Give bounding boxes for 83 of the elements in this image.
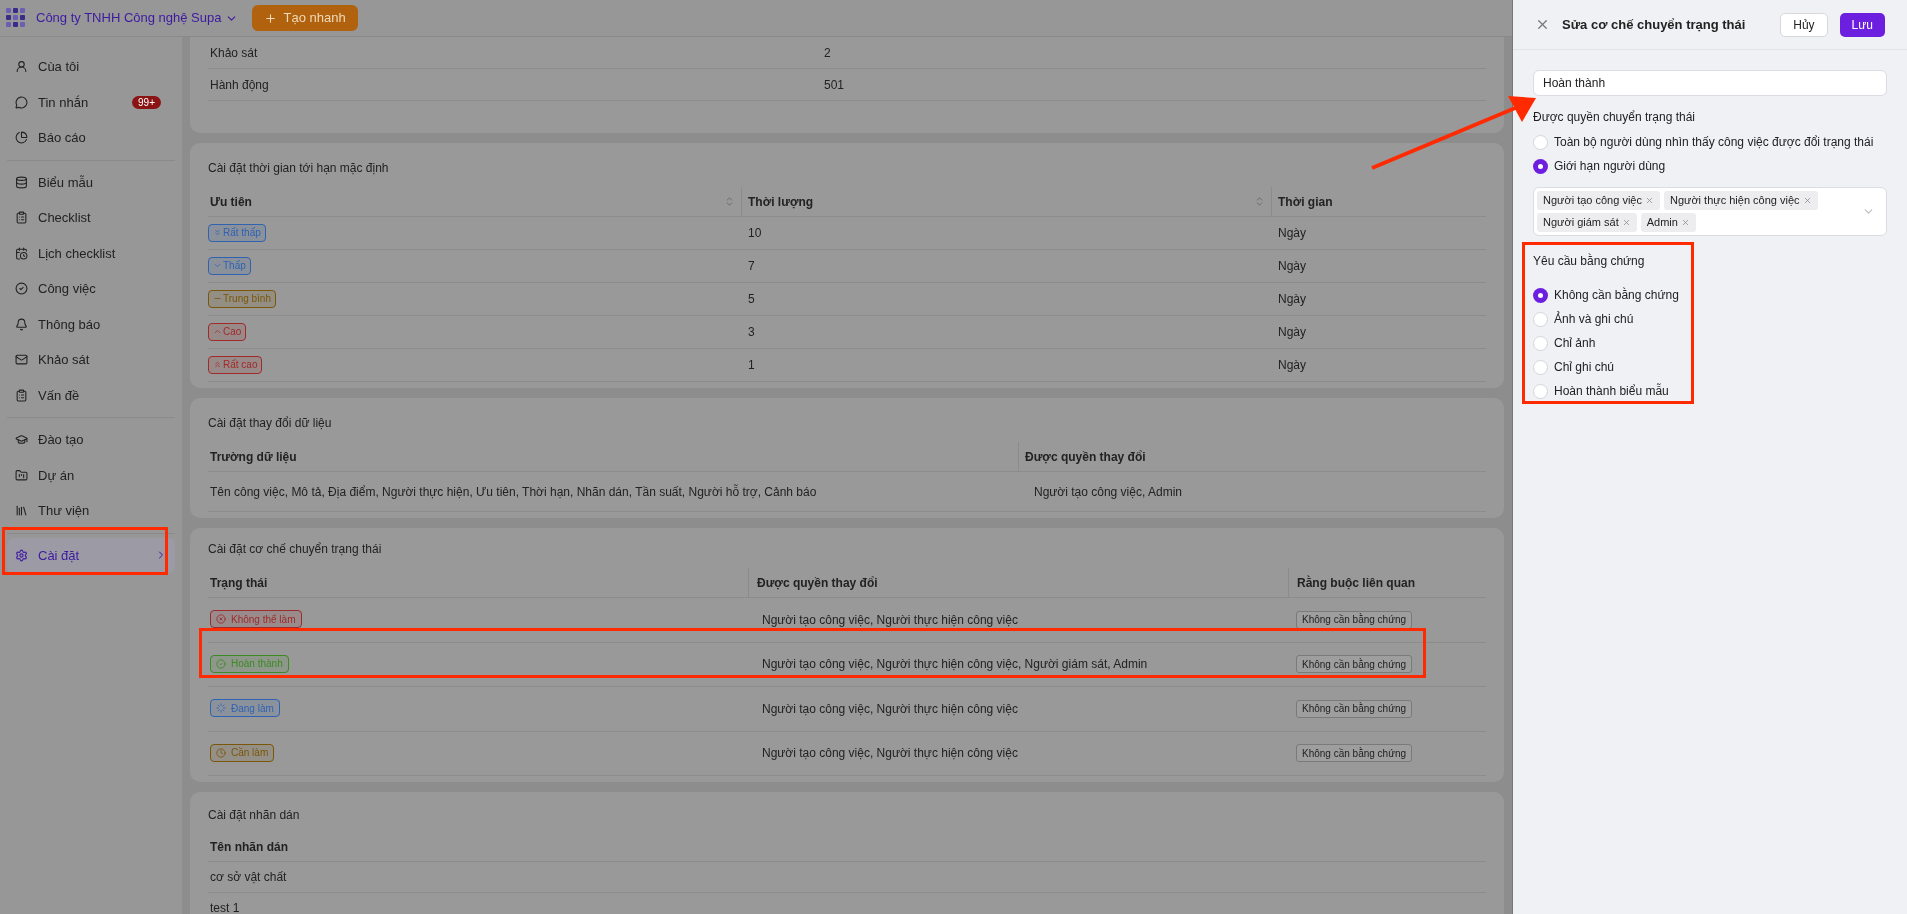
table-cell-text: Người tạo công việc, Người thực hiện công việc [761, 700, 1019, 718]
radio-label[interactable]: Chỉ ghi chú [1554, 358, 1615, 376]
sidebar-item[interactable]: Dự án [7, 457, 175, 493]
column-header: Ưu tiên [210, 193, 252, 211]
table-cell-text: Ngày [1277, 225, 1306, 242]
priority-tag: Rất thấp [208, 223, 266, 242]
table-cell-text: 1 [747, 357, 756, 374]
sidebar-item[interactable]: Thư viện [7, 493, 175, 529]
drawer-title: Sửa cơ chế chuyển trạng thái [1562, 15, 1746, 34]
field-label: Yêu cầu bằng chứng [1533, 252, 1646, 270]
card-title: Cài đặt nhãn dán [208, 807, 301, 824]
table-cell-text: Ngày [1277, 324, 1306, 341]
table-cell-text: Khảo sát [209, 44, 259, 62]
radio-label[interactable]: Ảnh và ghi chú [1554, 310, 1634, 328]
priority-tag: Rất cao [208, 355, 263, 374]
table-cell-text: Tên công việc, Mô tả, Địa điểm, Người thực hiện, Ưu tiên, Thời hạn, Nhãn dán, Tần suất, Người hỗ trợ, Cảnh báo [209, 483, 818, 501]
table-cell-text: 2 [824, 44, 831, 62]
sidebar-item[interactable]: Tin nhắn 99+ [7, 84, 175, 120]
name-input-field[interactable]: Hoàn thành [1533, 70, 1887, 96]
sidebar-item[interactable]: Lịch checklist [7, 235, 175, 271]
constraint-tag: Không cần bằng chứng [1296, 610, 1412, 629]
table-cell-text: Người tạo công việc, Người thực hiện công việc [761, 745, 1019, 763]
table-cell-text: test 1 [209, 900, 241, 914]
radio-label[interactable]: Chỉ ảnh [1554, 334, 1596, 352]
column-header: Thời gian [1278, 193, 1333, 211]
table-cell-text: Người tạo công việc, Người thực hiện công việc, Người giám sát, Admin [761, 656, 1149, 674]
sidebar-item[interactable]: Cùa tôi [7, 49, 175, 85]
priority-tag: Cao [208, 322, 247, 341]
company-selector[interactable]: Công ty TNHH Công nghệ Supa [36, 8, 239, 28]
user-tag: Người giám sát [1537, 213, 1637, 232]
field-label: Được quyền chuyển trạng thái [1533, 109, 1696, 126]
table-cell-text: Người tạo công việc, Người thực hiện công việc [761, 611, 1019, 629]
column-header: Trường dữ liệu [210, 448, 297, 466]
priority-tag: Thấp [208, 256, 251, 275]
status-tag: Không thể làm [210, 610, 302, 629]
sidebar-item[interactable]: Báo cáo [7, 120, 175, 156]
column-header: Tên nhãn dán [209, 838, 289, 856]
radio-label[interactable]: Không cần bằng chứng [1554, 286, 1679, 304]
user-tag: Admin [1640, 213, 1696, 232]
table-cell-text: 5 [747, 291, 756, 308]
table-cell-text: 3 [747, 324, 756, 341]
constraint-tag: Không cần bằng chứng [1296, 655, 1412, 674]
priority-tag: Trung bình [208, 289, 276, 308]
table-cell-text: Hành động [209, 76, 270, 94]
status-tag: Hoàn thành [210, 654, 289, 673]
column-header: Được quyền thay đổi [1025, 448, 1146, 466]
table-cell-text: Ngày [1277, 357, 1306, 374]
sidebar-item[interactable]: Vấn đề [7, 377, 175, 413]
user-multiselect-field[interactable]: Người tạo công việc Người thực hiện công việc Người giám sát Admin [1533, 187, 1887, 236]
table-cell-text: cơ sở vật chất [209, 869, 288, 886]
radio-label[interactable]: Hoàn thành biểu mẫu [1554, 382, 1669, 400]
sidebar-item[interactable]: Đào tạo [7, 422, 175, 458]
constraint-tag: Không cần bằng chứng [1296, 744, 1412, 763]
table-cell-text: 7 [747, 258, 756, 275]
card-title: Cài đặt thời gian tới hạn mặc định [208, 160, 390, 177]
column-header: Được quyền thay đổi [757, 574, 878, 592]
sidebar-item[interactable]: Công việc [7, 271, 175, 307]
sidebar-item[interactable]: Thông báo [7, 306, 175, 342]
constraint-tag: Không cần bằng chứng [1296, 699, 1412, 718]
column-header: Rằng buộc liên quan [1297, 574, 1415, 592]
sidebar-item[interactable]: Biểu mẫu [7, 164, 175, 200]
table-cell-text: 10 [747, 225, 763, 242]
user-tag: Người thực hiện công việc [1663, 191, 1818, 210]
radio-label[interactable]: Toàn bộ người dùng nhìn thấy công việc được đổi trạng thái [1554, 133, 1874, 151]
table-cell-text: Ngày [1277, 258, 1306, 275]
table-cell-text: Ngày [1277, 291, 1306, 308]
sidebar-item[interactable]: Cài đặt [7, 537, 175, 573]
radio-label[interactable]: Giới hạn người dùng [1554, 157, 1666, 175]
table-cell-text: 501 [824, 76, 845, 94]
card-title: Cài đặt cơ chế chuyển trạng thái [208, 541, 383, 558]
count-badge: 99+ [132, 95, 161, 109]
sidebar-item[interactable]: Khảo sát [7, 342, 175, 378]
column-header: Trạng thái [210, 574, 268, 592]
cancel-button[interactable]: Hủy [1780, 12, 1828, 37]
save-button[interactable]: Lưu [1839, 12, 1885, 37]
user-tag: Người tạo công việc [1537, 191, 1660, 210]
table-cell-text: Người tạo công việc, Admin [1033, 483, 1182, 501]
quick-create-button[interactable]: Tạo nhanh [252, 5, 358, 31]
status-tag: Cần làm [210, 743, 275, 762]
column-header: Thời lượng [748, 193, 814, 211]
status-tag: Đang làm [210, 699, 280, 718]
card-title: Cài đặt thay đổi dữ liệu [208, 415, 333, 432]
sidebar-item[interactable]: Checklist [7, 200, 175, 236]
